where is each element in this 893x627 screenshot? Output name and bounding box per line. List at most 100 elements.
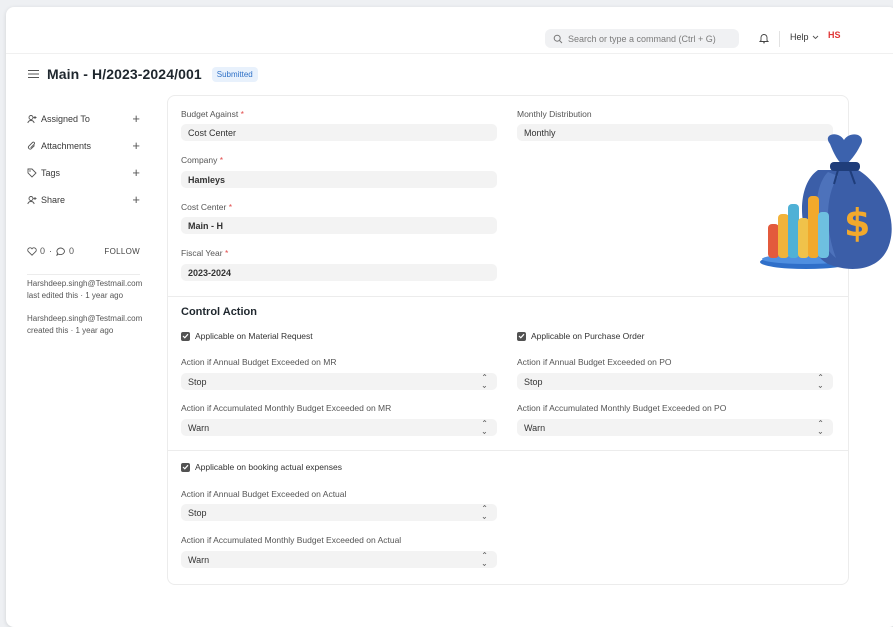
add-icon[interactable]: + bbox=[132, 192, 140, 207]
activity-item: Harshdeep.singh@Testmail.com created thi… bbox=[27, 313, 167, 337]
checkbox-label: Applicable on Material Request bbox=[195, 331, 313, 341]
sidebar-item-label: Tags bbox=[41, 167, 61, 178]
activity-user[interactable]: Harshdeep.singh@Testmail.com bbox=[27, 313, 167, 325]
section-divider bbox=[168, 296, 848, 297]
annual-po-select[interactable]: Stop ⌃ ⌃ bbox=[517, 373, 833, 390]
fiscal-year-label: Fiscal Year * bbox=[181, 248, 228, 258]
sidebar-item-tags[interactable]: Tags + bbox=[27, 159, 140, 186]
applicable-po-checkbox[interactable]: Applicable on Purchase Order bbox=[517, 331, 644, 341]
form-sidebar: Assigned To + Attachments + Tags + Share… bbox=[27, 105, 140, 213]
checkbox-checked-icon[interactable] bbox=[181, 462, 190, 472]
required-mark: * bbox=[224, 248, 229, 258]
sidebar-item-label: Assigned To bbox=[41, 113, 90, 124]
control-action-title: Control Action bbox=[181, 306, 257, 318]
stat-separator: · bbox=[49, 246, 53, 256]
annual-actual-label: Action if Annual Budget Exceeded on Actu… bbox=[181, 489, 347, 499]
help-dropdown[interactable]: Help bbox=[790, 32, 819, 42]
paperclip-icon bbox=[27, 141, 35, 150]
activity-user[interactable]: Harshdeep.singh@Testmail.com bbox=[27, 278, 167, 290]
annual-po-label: Action if Annual Budget Exceeded on PO bbox=[517, 357, 672, 367]
select-arrows-icon: ⌃ ⌃ bbox=[481, 419, 488, 436]
add-icon[interactable]: + bbox=[132, 138, 140, 153]
comment-icon bbox=[56, 247, 65, 256]
checkbox-label: Applicable on booking actual expenses bbox=[195, 462, 342, 472]
search-bar[interactable]: Search or type a command (Ctrl + G) bbox=[545, 29, 739, 48]
notification-bell-icon[interactable] bbox=[758, 32, 770, 44]
monthly-mr-select[interactable]: Warn ⌃ ⌃ bbox=[181, 419, 497, 436]
company-field[interactable]: Hamleys bbox=[181, 171, 497, 188]
monthly-po-select[interactable]: Warn ⌃ ⌃ bbox=[517, 419, 833, 436]
monthly-po-label: Action if Accumulated Monthly Budget Exc… bbox=[517, 403, 727, 413]
sidebar-item-assigned-to[interactable]: Assigned To + bbox=[27, 105, 140, 132]
monthly-distribution-label: Monthly Distribution bbox=[517, 109, 592, 119]
monthly-actual-select[interactable]: Warn ⌃ ⌃ bbox=[181, 551, 497, 568]
fiscal-year-field[interactable]: 2023-2024 bbox=[181, 264, 497, 281]
sidebar-item-label: Attachments bbox=[41, 140, 92, 151]
search-placeholder: Search or type a command (Ctrl + G) bbox=[568, 33, 716, 44]
heart-icon bbox=[27, 246, 37, 256]
like-count: 0 bbox=[40, 246, 46, 256]
applicable-actual-checkbox[interactable]: Applicable on booking actual expenses bbox=[181, 462, 342, 472]
tag-icon bbox=[27, 168, 37, 178]
activity-text: created this · 1 year ago bbox=[27, 326, 114, 335]
svg-text:$: $ bbox=[844, 201, 870, 245]
top-navbar: Search or type a command (Ctrl + G) Help… bbox=[6, 7, 893, 54]
sidebar-item-label: Share bbox=[41, 194, 66, 205]
user-avatar[interactable]: HS bbox=[828, 30, 841, 40]
app-window: Search or type a command (Ctrl + G) Help… bbox=[6, 7, 893, 627]
select-arrows-icon: ⌃ ⌃ bbox=[817, 373, 824, 390]
annual-mr-select[interactable]: Stop ⌃ ⌃ bbox=[181, 373, 497, 390]
search-icon bbox=[553, 34, 563, 43]
budget-against-label: Budget Against * bbox=[181, 109, 244, 119]
required-mark: * bbox=[219, 155, 224, 165]
section-divider bbox=[168, 450, 848, 451]
money-bag-chart-illustration: $ bbox=[760, 134, 892, 269]
follow-button[interactable]: FOLLOW bbox=[104, 247, 140, 256]
select-arrows-icon: ⌃ ⌃ bbox=[481, 504, 488, 521]
budget-against-field[interactable]: Cost Center bbox=[181, 124, 497, 141]
page-title: Main - H/2023-2024/001 bbox=[47, 66, 202, 82]
add-icon[interactable]: + bbox=[132, 111, 140, 126]
comment-count: 0 bbox=[69, 246, 75, 256]
sidebar-item-attachments[interactable]: Attachments + bbox=[27, 132, 140, 159]
user-plus-icon bbox=[27, 114, 37, 123]
activity-text: last edited this · 1 year ago bbox=[27, 291, 124, 300]
monthly-actual-label: Action if Accumulated Monthly Budget Exc… bbox=[181, 535, 402, 545]
applicable-mr-checkbox[interactable]: Applicable on Material Request bbox=[181, 331, 313, 341]
activity-item: Harshdeep.singh@Testmail.com last edited… bbox=[27, 278, 167, 302]
select-value: Stop bbox=[188, 376, 207, 387]
select-value: Stop bbox=[524, 376, 543, 387]
social-stats: 0 · 0 FOLLOW bbox=[27, 246, 140, 256]
sidebar-item-share[interactable]: Share + bbox=[27, 186, 140, 213]
select-arrows-icon: ⌃ ⌃ bbox=[817, 419, 824, 436]
select-value: Warn bbox=[188, 422, 210, 433]
page-header: Main - H/2023-2024/001 Submitted bbox=[28, 66, 258, 82]
annual-actual-select[interactable]: Stop ⌃ ⌃ bbox=[181, 504, 497, 521]
required-mark: * bbox=[228, 202, 233, 212]
hamburger-menu-icon[interactable] bbox=[28, 69, 39, 79]
budget-form: Budget Against * Cost Center Company * H… bbox=[167, 95, 849, 585]
label-text: Fiscal Year bbox=[181, 248, 223, 258]
share-user-icon bbox=[27, 195, 37, 204]
add-icon[interactable]: + bbox=[132, 165, 140, 180]
sidebar-divider bbox=[27, 274, 140, 275]
annual-mr-label: Action if Annual Budget Exceeded on MR bbox=[181, 357, 337, 367]
status-badge: Submitted bbox=[211, 66, 258, 82]
help-label: Help bbox=[790, 32, 809, 42]
checkbox-label: Applicable on Purchase Order bbox=[531, 331, 645, 341]
label-text: Cost Center bbox=[181, 202, 227, 212]
required-mark: * bbox=[240, 109, 244, 119]
select-value: Warn bbox=[524, 422, 546, 433]
navbar-divider bbox=[779, 31, 780, 47]
select-arrows-icon: ⌃ ⌃ bbox=[481, 551, 488, 568]
comment-button[interactable]: 0 bbox=[56, 246, 74, 256]
select-value: Stop bbox=[188, 507, 207, 518]
cost-center-field[interactable]: Main - H bbox=[181, 217, 497, 234]
checkbox-checked-icon[interactable] bbox=[517, 331, 526, 341]
cost-center-label: Cost Center * bbox=[181, 202, 232, 212]
monthly-mr-label: Action if Accumulated Monthly Budget Exc… bbox=[181, 403, 392, 413]
like-button[interactable]: 0 bbox=[27, 246, 45, 256]
chevron-down-icon bbox=[812, 35, 818, 39]
select-value: Warn bbox=[188, 554, 210, 565]
checkbox-checked-icon[interactable] bbox=[181, 331, 190, 341]
